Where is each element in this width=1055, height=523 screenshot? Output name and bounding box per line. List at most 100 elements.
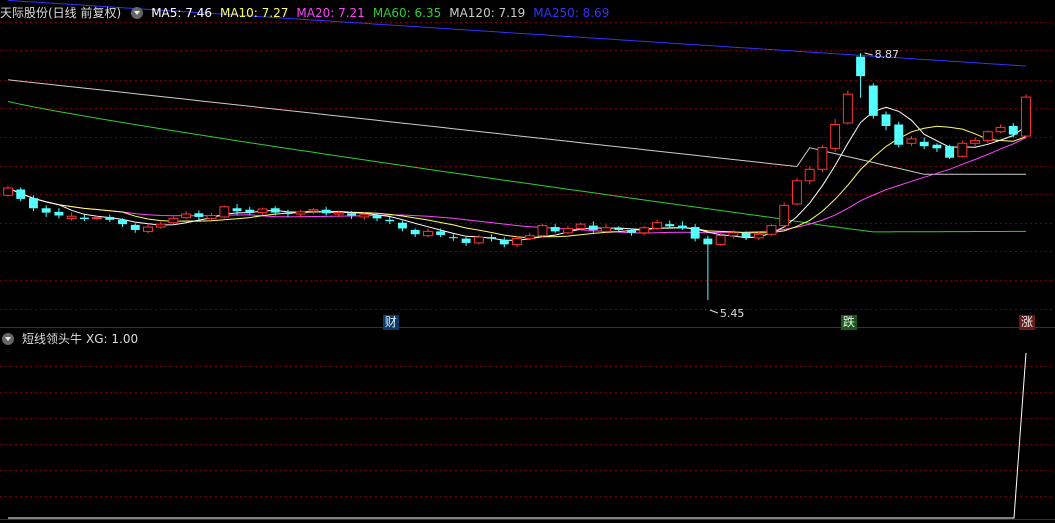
candle-body [308,209,319,212]
candle-body [639,227,650,234]
candle-body [41,208,51,213]
candle-body [436,231,446,235]
candle-body [919,141,929,147]
candle-body [627,229,636,233]
candle-body [766,225,777,235]
ma20-line [7,137,1027,234]
chart-title: 天际股份(日线 前复权) [0,6,122,20]
candle-body [995,126,1006,133]
candles [3,53,1031,300]
candle-body [54,211,64,216]
candle-body [105,216,115,220]
candle-body [422,230,433,237]
candle-body [295,211,306,215]
event-marker[interactable]: 财 [382,315,399,330]
indicator-value: XG: 1.00 [86,332,139,346]
candle-body [677,225,687,229]
candle-body [524,235,535,240]
candle-body [945,146,955,158]
low-pointer [709,309,719,314]
candle-body [130,224,140,230]
candle-body [487,237,497,239]
ma5-label: MA5: 7.46 [151,6,212,20]
ma250-label: MA250: 8.69 [533,6,610,20]
event-marker[interactable]: 涨 [1019,315,1036,330]
candle-body [881,114,891,126]
candle-body [92,217,103,220]
candle-body [779,204,790,227]
candle-body [970,139,981,144]
candle-body [16,189,26,199]
candle-body [665,224,675,227]
candle-body [66,215,77,219]
candle-body [791,180,802,205]
xg-series-line [8,352,1027,519]
candle-body [868,85,878,116]
candle-body [804,168,815,182]
candle-body [206,214,217,219]
indicator-header: 短线领头牛 XG: 1.00 [0,330,146,348]
event-marker[interactable]: 跌 [840,315,857,330]
candle-body [473,236,484,244]
grid-lines [0,22,1055,520]
candle-body [194,213,204,217]
candle-body [155,223,166,228]
candle-body [245,209,255,213]
candle-body [652,222,662,229]
candle-body [410,229,420,235]
candle-body [753,233,764,239]
candle-body [321,209,331,214]
main-chart-header: 天际股份(日线 前复权) MA5: 7.46 MA10: 7.27 MA20: … [0,4,617,22]
moving-average-lines [7,0,1027,241]
candle-body [614,228,624,230]
ma10-label: MA10: 7.27 [219,6,289,20]
indicator-line [8,352,1027,519]
candle-body [894,124,904,145]
candle-body [982,131,993,141]
candlestick-chart[interactable]: 8.87 5.45 [0,0,1055,523]
candle-body [575,223,586,229]
candle-body [741,232,751,238]
candle-body [1008,125,1018,135]
candle-body [257,208,268,214]
candle-body [398,222,407,229]
ma120-label: MA120: 7.19 [449,6,526,20]
candle-body [601,227,612,232]
candle-body [232,208,242,212]
candle-body [347,213,357,216]
candle-body [372,215,382,219]
candle-body [550,227,560,232]
candle-body [537,225,548,237]
candle-body [1021,96,1031,137]
candle-body [499,240,509,245]
candle-body [703,238,713,245]
high-pointer [864,52,873,56]
candle-body [143,226,153,232]
candle-body [283,212,293,215]
indicator-title: 短线领头牛 [22,332,83,346]
candle-body [715,235,726,245]
candle-body [28,198,38,209]
low-label: 5.45 [720,307,745,320]
ma20-label: MA20: 7.21 [296,6,365,20]
candle-body [219,206,230,218]
candle-body [830,124,841,149]
candle-body [181,213,192,219]
candle-body [270,208,280,213]
candle-body [385,219,395,222]
candle-body [906,138,917,144]
candle-body [932,144,942,149]
candle-body [3,187,13,196]
candle-body [168,217,179,224]
candle-body [448,237,458,239]
candle-body [562,227,573,234]
candle-body [333,212,344,215]
candle-body [461,238,471,243]
high-label: 8.87 [875,48,900,61]
candle-body [588,225,598,230]
candle-body [118,219,127,225]
chevron-down-icon[interactable] [2,333,14,345]
candle-body [728,232,739,237]
candle-body [79,217,89,220]
chevron-down-icon[interactable] [131,7,144,19]
